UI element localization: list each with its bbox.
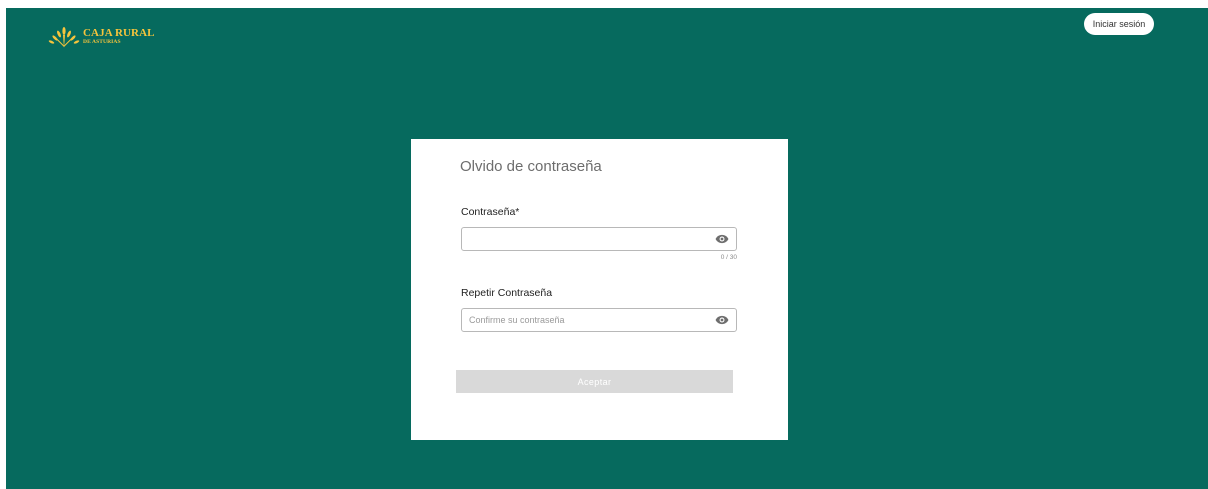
eye-icon[interactable] bbox=[715, 233, 729, 245]
brand-name: CAJA RURAL bbox=[83, 27, 155, 40]
character-counter: 0 / 30 bbox=[720, 254, 737, 261]
repeat-password-field[interactable] bbox=[461, 308, 737, 332]
eye-icon[interactable] bbox=[715, 314, 729, 326]
brand-subtitle: DE ASTURIAS bbox=[83, 39, 121, 46]
password-label: Contraseña* bbox=[461, 206, 520, 218]
password-reset-card: Olvido de contraseña Contraseña* 0 / 30 … bbox=[411, 139, 788, 440]
repeat-password-input[interactable] bbox=[469, 312, 709, 328]
password-field[interactable] bbox=[461, 227, 737, 251]
app-background: CAJA RURAL DE ASTURIAS Iniciar sesión Ol… bbox=[6, 8, 1208, 489]
submit-button[interactable]: Aceptar bbox=[456, 370, 733, 393]
login-button[interactable]: Iniciar sesión bbox=[1084, 13, 1154, 35]
bank-logo[interactable]: CAJA RURAL DE ASTURIAS bbox=[48, 25, 155, 49]
wheat-logo-icon bbox=[48, 27, 80, 48]
page-title: Olvido de contraseña bbox=[460, 158, 602, 175]
repeat-password-label: Repetir Contraseña bbox=[461, 287, 553, 299]
password-input[interactable] bbox=[469, 231, 709, 247]
brand-wordmark: CAJA RURAL DE ASTURIAS bbox=[83, 28, 155, 46]
